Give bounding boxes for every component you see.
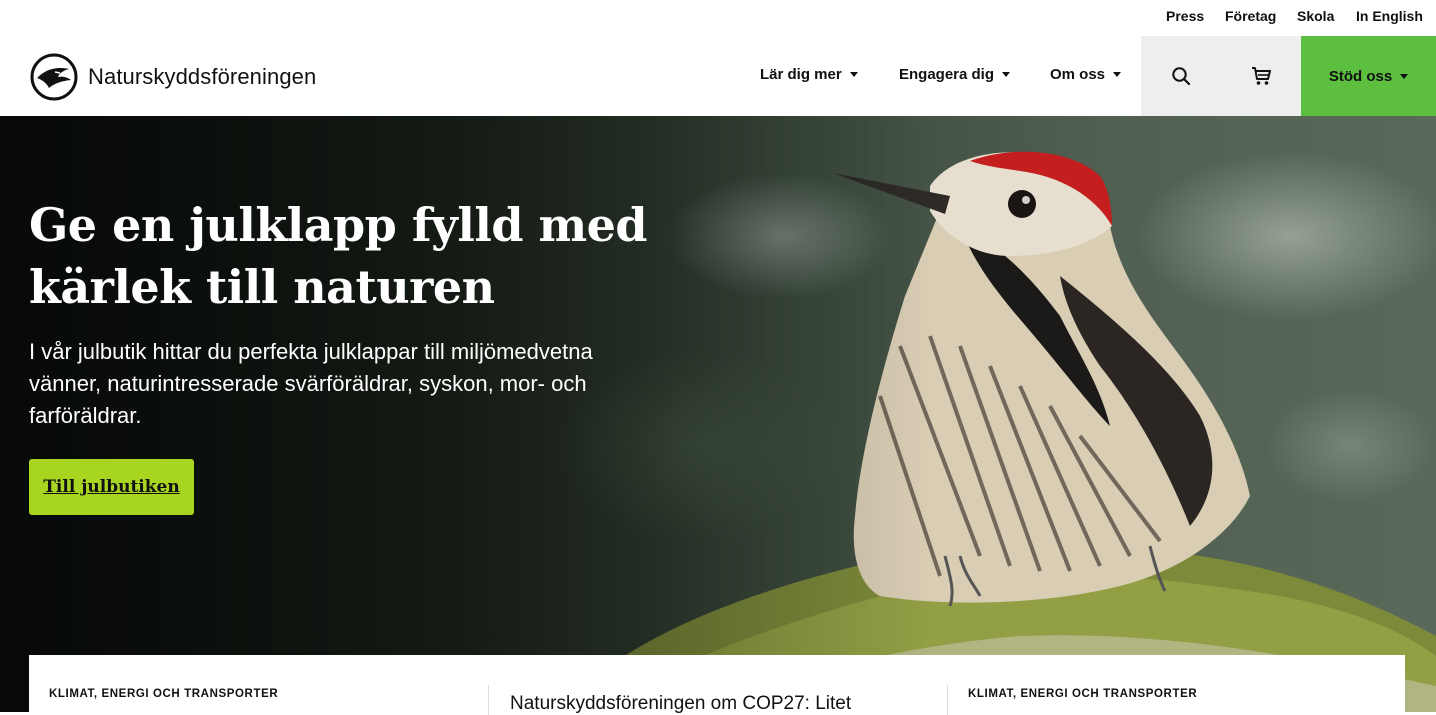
cart-button[interactable]	[1221, 36, 1301, 116]
nav-lar-dig-mer[interactable]: Lär dig mer	[760, 66, 858, 83]
support-label: Stöd oss	[1328, 67, 1393, 85]
nav-om-oss[interactable]: Om oss	[1050, 66, 1122, 83]
hero-banner: Ge en julklapp fylld med kärlek till nat…	[0, 116, 1436, 712]
search-icon	[1172, 67, 1191, 86]
utility-link-skola[interactable]: Skola	[1297, 8, 1334, 24]
utility-link-english[interactable]: In English	[1356, 8, 1423, 24]
hero-text: I vår julbutik hittar du perfekta julkla…	[29, 339, 593, 428]
card-divider	[488, 685, 489, 715]
search-button[interactable]	[1141, 36, 1221, 116]
stod-oss-button[interactable]: Stöd oss	[1301, 36, 1436, 116]
hero-title: Ge en julklapp fylld med kärlek till nat…	[29, 198, 648, 314]
card-category[interactable]: KLIMAT, ENERGI OCH TRANSPORTER	[968, 688, 1197, 700]
utility-link-foretag[interactable]: Företag	[1225, 8, 1276, 24]
cart-icon	[1252, 67, 1271, 85]
chevron-down-icon	[1002, 72, 1011, 77]
card-category[interactable]: KLIMAT, ENERGI OCH TRANSPORTER	[49, 688, 278, 700]
card-divider	[947, 685, 948, 715]
main-header: Naturskyddsföreningen Lär dig mer Engage…	[0, 36, 1436, 116]
utility-link-press[interactable]: Press	[1166, 8, 1204, 24]
julbutik-cta-button[interactable]: Till julbutiken	[29, 459, 194, 515]
brand-name: Naturskyddsföreningen	[88, 64, 317, 89]
nav-engagera-dig[interactable]: Engagera dig	[899, 66, 1011, 83]
nav-label: Om oss	[1050, 66, 1106, 83]
chevron-down-icon	[849, 72, 858, 77]
nav-label: Lär dig mer	[760, 66, 842, 83]
brand-logo-link[interactable]: Naturskyddsföreningen	[29, 52, 316, 102]
nav-label: Engagera dig	[899, 66, 995, 83]
chevron-down-icon	[1113, 72, 1122, 77]
news-cards: KLIMAT, ENERGI OCH TRANSPORTER Naturskyd…	[29, 655, 1405, 715]
bird-circle-logo-icon	[30, 53, 78, 101]
chevron-down-icon	[1400, 73, 1409, 79]
utility-bar: Press Företag Skola In English	[0, 0, 1436, 36]
